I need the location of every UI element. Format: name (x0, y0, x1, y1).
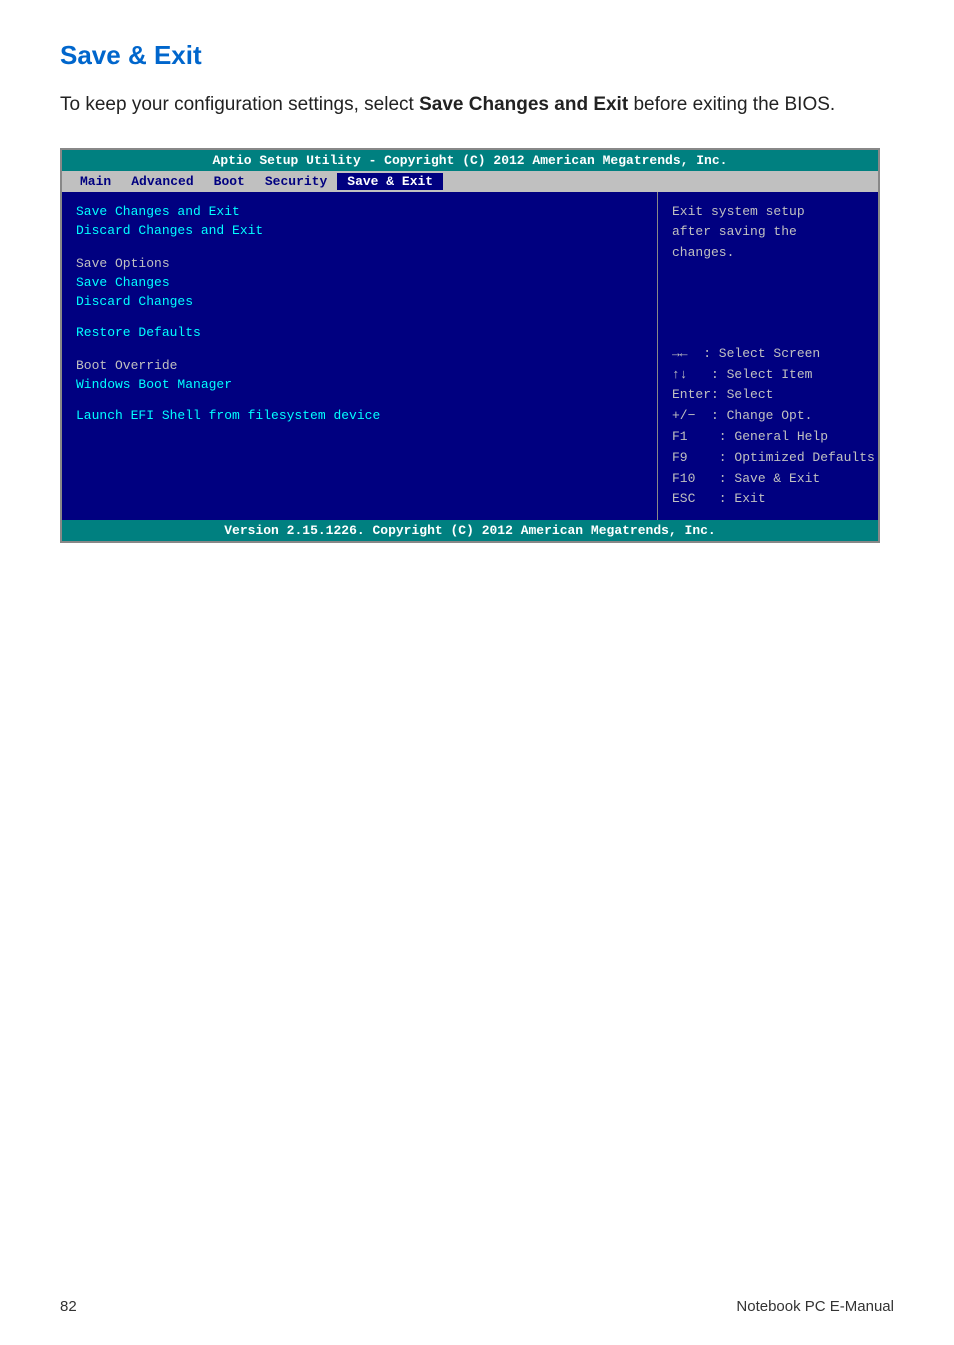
footer-manual-title: Notebook PC E-Manual (736, 1298, 894, 1315)
page-footer: 82 Notebook PC E-Manual (60, 1298, 894, 1315)
bios-screen: Aptio Setup Utility - Copyright (C) 2012… (60, 148, 880, 544)
hint-f10: F10 : Save & Exit (672, 469, 864, 490)
bios-left-panel: Save Changes and Exit Discard Changes an… (62, 192, 658, 521)
hint-change-opt: +/− : Change Opt. (672, 406, 864, 427)
bios-menubar: Main Advanced Boot Security Save & Exit (62, 171, 878, 192)
bios-footer: Version 2.15.1226. Copyright (C) 2012 Am… (62, 520, 878, 541)
description-bold: Save Changes and Exit (419, 94, 628, 115)
hint-esc: ESC : Exit (672, 489, 864, 510)
hint-f1: F1 : General Help (672, 427, 864, 448)
bios-menu-boot[interactable]: Boot (204, 173, 255, 190)
bios-body: Save Changes and Exit Discard Changes an… (62, 192, 878, 521)
bios-item-windows-boot-manager[interactable]: Windows Boot Manager (76, 375, 643, 394)
bios-right-panel: Exit system setupafter saving thechanges… (658, 192, 878, 521)
bios-item-launch-efi-shell[interactable]: Launch EFI Shell from filesystem device (76, 406, 643, 425)
bios-section-save-options: Save Options (76, 252, 643, 273)
page-title: Save & Exit (60, 40, 894, 71)
bios-section-boot-override: Boot Override (76, 354, 643, 375)
hint-f9: F9 : Optimized Defaults (672, 448, 864, 469)
bios-item-save-changes[interactable]: Save Changes (76, 273, 643, 292)
hint-enter: Enter: Select (672, 385, 864, 406)
footer-page-number: 82 (60, 1298, 77, 1315)
bios-hints: →← : Select Screen ↑↓ : Select Item Ente… (672, 344, 864, 510)
bios-menu-main[interactable]: Main (70, 173, 121, 190)
bios-menu-security[interactable]: Security (255, 173, 337, 190)
hint-select-screen: →← : Select Screen (672, 344, 864, 365)
hint-select-item: ↑↓ : Select Item (672, 365, 864, 386)
bios-item-save-changes-exit[interactable]: Save Changes and Exit (76, 202, 643, 221)
bios-item-discard-changes-exit[interactable]: Discard Changes and Exit (76, 221, 643, 240)
bios-item-restore-defaults[interactable]: Restore Defaults (76, 323, 643, 342)
page-description: To keep your configuration settings, sel… (60, 91, 894, 120)
bios-menu-save-exit[interactable]: Save & Exit (337, 173, 443, 190)
gap-2 (76, 311, 643, 323)
bios-item-discard-changes[interactable]: Discard Changes (76, 292, 643, 311)
bios-header: Aptio Setup Utility - Copyright (C) 2012… (62, 150, 878, 171)
bios-right-description: Exit system setupafter saving thechanges… (672, 202, 864, 264)
description-before: To keep your configuration settings, sel… (60, 94, 419, 115)
gap-1 (76, 240, 643, 252)
bios-menu-advanced[interactable]: Advanced (121, 173, 203, 190)
gap-4 (76, 394, 643, 406)
description-after: before exiting the BIOS. (628, 94, 835, 115)
page-content: Save & Exit To keep your configuration s… (0, 0, 954, 603)
gap-3 (76, 342, 643, 354)
